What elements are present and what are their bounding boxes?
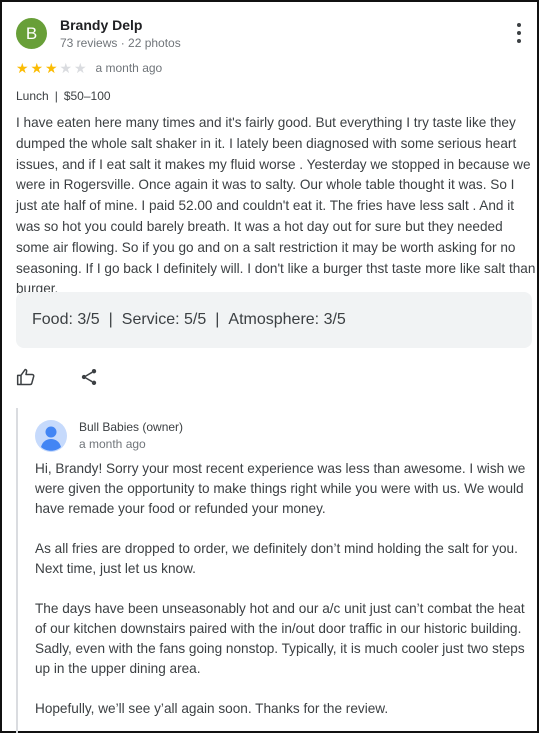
- review-text: I have eaten here many times and it's fa…: [16, 115, 536, 297]
- meal-tag: Lunch: [16, 89, 49, 103]
- reviewer-name[interactable]: Brandy Delp: [60, 17, 142, 33]
- owner-response: Bull Babies (owner) a month ago Hi, Bran…: [16, 408, 536, 733]
- response-paragraph: Hi, Brandy! Sorry your most recent exper…: [35, 461, 526, 516]
- service-score: Service: 5/5: [121, 311, 207, 328]
- person-icon: [35, 420, 67, 452]
- thumbs-up-icon[interactable]: [16, 367, 36, 387]
- review-tags: Lunch | $50–100: [16, 89, 111, 103]
- star-filled-icon: ★: [45, 60, 58, 76]
- response-paragraph: As all fries are dropped to order, we de…: [35, 541, 518, 576]
- star-empty-icon: ★: [74, 60, 87, 76]
- tag-separator: |: [54, 89, 58, 103]
- star-empty-icon: ★: [59, 60, 73, 76]
- owner-response-date: a month ago: [79, 437, 146, 451]
- review-actions: [16, 367, 99, 387]
- food-score: Food: 3/5: [32, 311, 100, 328]
- more-options-icon[interactable]: [512, 23, 526, 43]
- score-divider: |: [108, 311, 113, 328]
- owner-name: Bull Babies (owner): [79, 420, 184, 434]
- review-date: a month ago: [95, 61, 163, 75]
- response-paragraph: Hopefully, we’ll see y’all again soon. T…: [35, 701, 389, 716]
- score-divider: |: [215, 311, 220, 328]
- star-filled-icon: ★: [16, 60, 29, 76]
- star-filled-icon: ★: [30, 60, 44, 76]
- rating-row: ★ ★ ★ ★ ★ a month ago: [16, 61, 162, 75]
- reviewer-avatar[interactable]: B: [16, 18, 47, 49]
- reviewer-meta: 73 reviews · 22 photos: [60, 36, 181, 50]
- atmosphere-score: Atmosphere: 3/5: [228, 311, 346, 328]
- star-rating: ★ ★ ★ ★ ★: [16, 61, 89, 75]
- owner-response-text: Hi, Brandy! Sorry your most recent exper…: [35, 459, 535, 739]
- share-icon[interactable]: [79, 367, 99, 387]
- price-tag: $50–100: [63, 89, 111, 103]
- score-summary: Food: 3/5 | Service: 5/5 | Atmosphere: 3/5: [16, 292, 532, 348]
- response-paragraph: The days have been unseasonably hot and …: [35, 601, 525, 676]
